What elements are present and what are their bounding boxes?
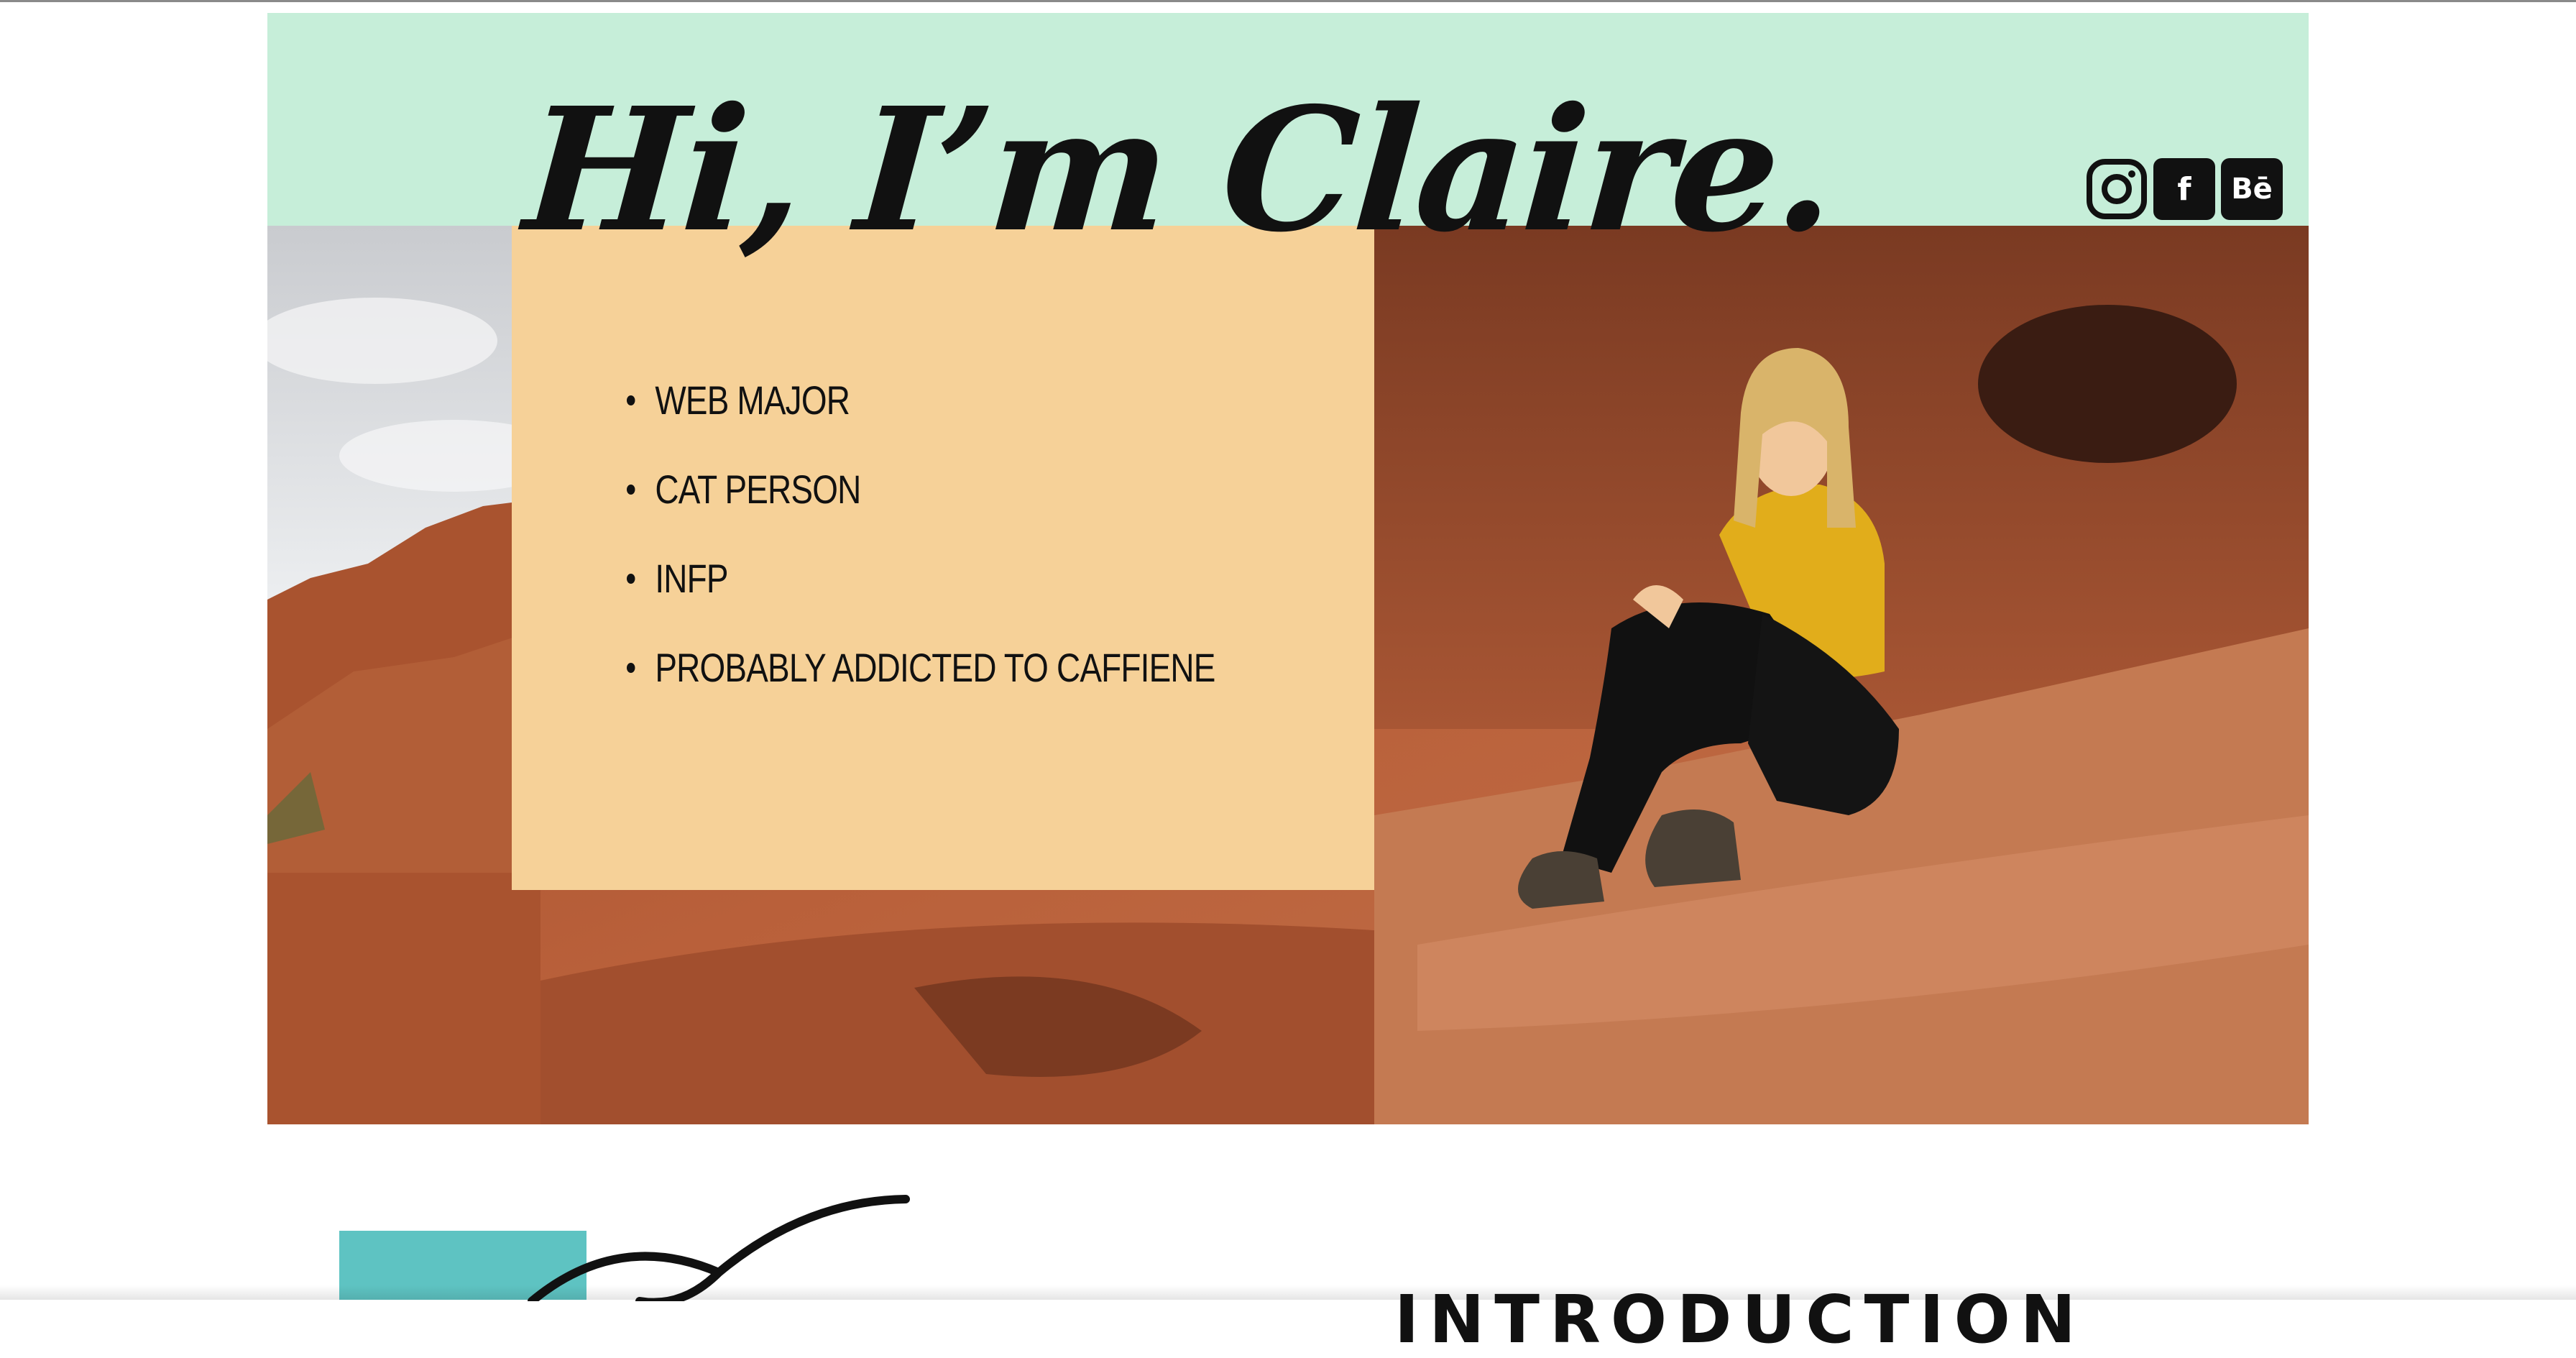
hero-title: Hi, I’m Claire. bbox=[519, 70, 1840, 270]
fact-item: WEB MAJOR bbox=[627, 378, 1215, 423]
hero-section: WEB MAJOR CAT PERSON INFP PROBABLY ADDIC… bbox=[267, 13, 2309, 1124]
social-links: f Bē bbox=[2086, 158, 2283, 220]
instagram-icon bbox=[2087, 159, 2147, 219]
introduction-heading: INTRODUCTION bbox=[1394, 1281, 2086, 1358]
fun-facts-list: WEB MAJOR CAT PERSON INFP PROBABLY ADDIC… bbox=[627, 378, 1344, 735]
fact-item: CAT PERSON bbox=[627, 467, 1215, 512]
browser-top-border bbox=[0, 0, 2576, 2]
instagram-link[interactable] bbox=[2086, 158, 2148, 220]
fact-item: PROBABLY ADDICTED TO CAFFIENE bbox=[627, 646, 1215, 690]
behance-icon: Bē bbox=[2231, 173, 2273, 206]
about-info-card: WEB MAJOR CAT PERSON INFP PROBABLY ADDIC… bbox=[512, 226, 1374, 890]
script-flourish-icon bbox=[528, 1195, 910, 1301]
behance-link[interactable]: Bē bbox=[2221, 158, 2283, 220]
facebook-icon: f bbox=[2177, 170, 2191, 208]
facebook-link[interactable]: f bbox=[2153, 158, 2215, 220]
fact-item: INFP bbox=[627, 556, 1215, 601]
